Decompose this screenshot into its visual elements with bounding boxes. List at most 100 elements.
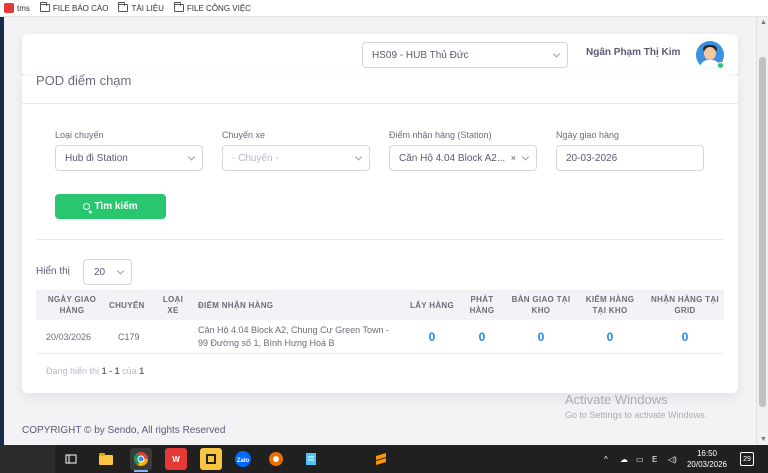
pod-card: POD điểm chạm Loại chuyến Hub đi Station… [22, 73, 738, 393]
col-check[interactable]: KIỂM HÀNG TẠI KHO [578, 290, 642, 320]
user-name[interactable]: Ngân Phạm Thị Kim [586, 47, 680, 58]
cell-handover[interactable]: 0 [508, 320, 574, 354]
delivery-date-value: 20-03-2026 [566, 152, 618, 164]
page-size-value: 20 [94, 266, 106, 278]
cell-check[interactable]: 0 [578, 320, 642, 354]
col-delivery-date[interactable]: NGÀY GIAO HÀNG [38, 290, 106, 320]
delivery-date-input[interactable]: 20-03-2026 [556, 145, 704, 171]
cell-date: 20/03/2026 [46, 331, 92, 342]
chevron-down-icon [116, 267, 125, 275]
col-address[interactable]: ĐIỂM NHẬN HÀNG [198, 290, 398, 320]
avatar-face [704, 47, 716, 60]
bookmark-label: TÀI LIỆU [131, 3, 164, 13]
folder-icon [173, 2, 184, 12]
bookmark-file-cong-viec[interactable]: FILE CÔNG VIỆC [173, 2, 251, 13]
date-label: Ngày giao hàng [556, 130, 620, 140]
route-type-label: Loại chuyến [55, 130, 104, 140]
cell-grid[interactable]: 0 [650, 320, 720, 354]
search-button-label: Tìm kiếm [94, 201, 138, 212]
scroll-up-icon[interactable]: ▲ [760, 19, 767, 26]
taskbar-clock[interactable]: 16:50 20/03/2026 [686, 448, 728, 470]
trip-label: Chuyến xe [222, 130, 266, 140]
station-select[interactable]: Căn Hộ 4.04 Block A2... × [389, 145, 537, 171]
cell-delivery[interactable]: 0 [460, 320, 504, 354]
route-type-select[interactable]: Hub đi Station [55, 145, 203, 171]
top-navbar: HS09 - HUB Thủ Đức Ngân Phạm Thị Kim [22, 34, 738, 76]
chevron-down-icon [187, 153, 196, 161]
ime-icon[interactable]: E [652, 445, 657, 473]
watermark-title: Activate Windows [565, 392, 668, 407]
trip-placeholder: - Chuyến - [232, 152, 279, 164]
chevron-down-icon [354, 153, 363, 161]
table-row[interactable]: 20/03/2026 C179 Căn Hộ 4.04 Block A2, Ch… [36, 320, 724, 354]
notification-icon[interactable]: 29 [740, 452, 754, 466]
divider [22, 103, 738, 104]
bookmarks-bar: tms FILE BÁO CÁO TÀI LIỆU FILE CÔNG VIỆC [0, 0, 768, 17]
station-label: Điểm nhận hàng (Station) [389, 130, 492, 140]
cell-trip: C179 [118, 331, 140, 342]
route-type-value: Hub đi Station [65, 152, 128, 164]
activate-windows-watermark: Activate Windows Go to Settings to activ… [565, 392, 707, 420]
pagination-info: Đang hiển thị 1 - 1 của 1 [46, 366, 144, 376]
pager-range: 1 - 1 [101, 366, 120, 376]
vertical-scrollbar[interactable]: ▲ ▼ [756, 17, 768, 445]
col-trip[interactable]: CHUYẾN [109, 290, 154, 320]
copyright: COPYRIGHT © by Sendo, All rights Reserve… [22, 425, 226, 436]
wps-office-icon[interactable]: W [165, 448, 187, 470]
file-explorer-icon[interactable] [95, 448, 117, 470]
bookmark-tai-lieu[interactable]: TÀI LIỆU [118, 2, 164, 13]
col-delivery[interactable]: PHÁT HÀNG [460, 290, 504, 320]
notepad-icon[interactable] [300, 448, 322, 470]
col-pickup[interactable]: LẤY HÀNG [408, 290, 456, 320]
col-vehicle[interactable]: LOẠI XE [157, 290, 189, 320]
search-icon [83, 203, 91, 210]
zalo-icon[interactable]: Zalo [232, 448, 254, 470]
table-header: NGÀY GIAO HÀNG CHUYẾN LOẠI XE ĐIỂM NHẬN … [36, 290, 724, 320]
search-button[interactable]: Tìm kiếm [55, 194, 166, 219]
col-handover[interactable]: BÀN GIAO TẠI KHO [508, 290, 574, 320]
scroll-down-icon[interactable]: ▼ [760, 436, 767, 443]
tms-favicon [4, 3, 14, 13]
chevron-down-icon [552, 50, 561, 58]
cell-pickup[interactable]: 0 [408, 320, 456, 354]
pod-table: NGÀY GIAO HÀNG CHUYẾN LOẠI XE ĐIỂM NHẬN … [36, 290, 724, 354]
chevron-down-icon [521, 153, 530, 161]
pager-of: của [122, 366, 137, 376]
cell-vehicle [157, 320, 189, 354]
tray-chevron-icon[interactable]: ^ [604, 445, 608, 473]
hub-select-value: HS09 - HUB Thủ Đức [372, 49, 469, 61]
scroll-thumb[interactable] [759, 57, 766, 407]
bookmark-label: FILE BÁO CÁO [52, 3, 109, 13]
sublime-icon[interactable] [370, 448, 392, 470]
windows-taskbar: W Zalo ^ ☁ ▭ E ◁) 16:50 20/03/2026 29 [0, 445, 768, 473]
task-view-icon[interactable] [60, 448, 82, 470]
volume-icon[interactable]: ◁) [668, 445, 677, 473]
hub-select[interactable]: HS09 - HUB Thủ Đức [362, 42, 568, 68]
divider [36, 239, 724, 240]
onedrive-icon[interactable]: ☁ [620, 445, 628, 473]
page-title: POD điểm chạm [36, 73, 132, 88]
bookmark-label: tms [17, 3, 30, 13]
chrome-icon[interactable] [130, 448, 152, 472]
folder-icon [118, 2, 129, 12]
station-value: Căn Hộ 4.04 Block A2... [399, 152, 506, 164]
page-size-select[interactable]: 20 [83, 259, 132, 285]
clear-icon[interactable]: × [511, 153, 516, 163]
clock-date: 20/03/2026 [686, 460, 728, 469]
col-grid[interactable]: NHẬN HÀNG TẠI GRID [650, 290, 720, 320]
svg-text:Zalo: Zalo [237, 458, 250, 464]
trip-select[interactable]: - Chuyến - [222, 145, 370, 171]
folder-icon [39, 2, 50, 12]
bookmark-label: FILE CÔNG VIỆC [186, 3, 251, 13]
pager-prefix: Đang hiển thị [46, 366, 100, 376]
pager-total: 1 [139, 366, 145, 376]
bookmark-tms[interactable]: tms [4, 3, 30, 13]
sticky-notes-icon[interactable] [200, 448, 222, 470]
network-icon[interactable]: ▭ [636, 445, 644, 473]
bookmark-file-bao-cao[interactable]: FILE BÁO CÁO [39, 2, 109, 13]
clock-time: 16:50 [696, 449, 718, 458]
cell-address: Căn Hộ 4.04 Block A2, Chung Cư Green Tow… [198, 325, 389, 348]
orange-app-icon[interactable] [265, 448, 287, 470]
online-status-dot [717, 62, 724, 69]
taskbar-search-area[interactable] [0, 445, 55, 473]
